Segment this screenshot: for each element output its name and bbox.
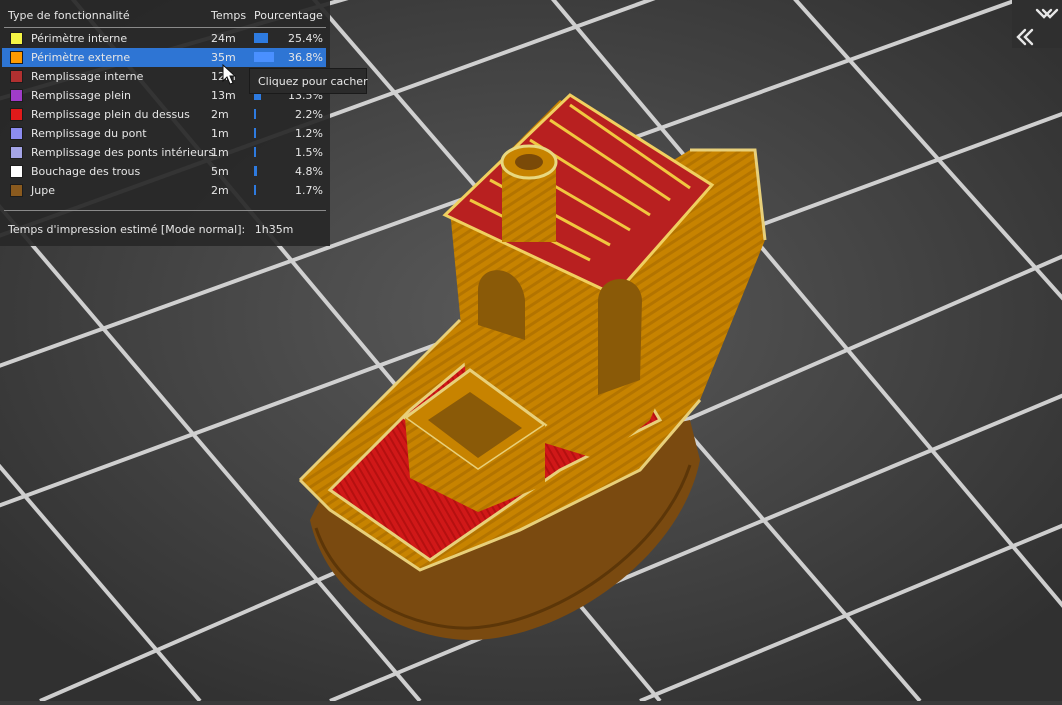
legend-row[interactable]: Remplissage des ponts intérieurs 1m 1.5% (2, 143, 326, 162)
legend-row[interactable]: Remplissage du pont 1m 1.2% (2, 124, 326, 143)
legend-row[interactable]: Périmètre externe 35m 36.8% (2, 48, 326, 67)
feature-time: 2m (211, 184, 229, 197)
header-time: Temps (211, 9, 247, 22)
legend-row[interactable]: Périmètre interne 24m 25.4% (2, 29, 326, 48)
tooltip: Cliquez pour cacher (249, 68, 368, 94)
feature-time: 35m (211, 51, 236, 64)
percentage-bar (254, 128, 256, 138)
footer-divider (4, 210, 326, 211)
color-swatch (10, 184, 23, 197)
color-swatch (10, 70, 23, 83)
feature-percentage: 1.7% (295, 184, 323, 197)
color-swatch (10, 51, 23, 64)
estimate-label: Temps d'impression estimé [Mode normal]: (8, 223, 246, 236)
feature-name: Bouchage des trous (31, 165, 141, 178)
feature-name: Remplissage plein du dessus (31, 108, 190, 121)
percentage-bar (254, 147, 256, 157)
feature-time: 24m (211, 32, 236, 45)
feature-percentage: 25.4% (288, 32, 323, 45)
color-swatch (10, 146, 23, 159)
estimated-time: Temps d'impression estimé [Mode normal]:… (8, 223, 293, 236)
header-percentage: Pourcentage (254, 9, 323, 22)
feature-percentage: 4.8% (295, 165, 323, 178)
feature-time: 1m (211, 146, 229, 159)
feature-name: Périmètre externe (31, 51, 131, 64)
color-swatch (10, 127, 23, 140)
feature-time: 2m (211, 108, 229, 121)
percentage-bar (254, 166, 257, 176)
feature-name: Remplissage interne (31, 70, 144, 83)
feature-percentage: 1.2% (295, 127, 323, 140)
header-divider (4, 27, 326, 28)
legend-row[interactable]: Jupe 2m 1.7% (2, 181, 326, 200)
feature-name: Jupe (31, 184, 55, 197)
header-feature-type: Type de fonctionnalité (8, 9, 130, 22)
collapse-sidebar-button[interactable] (1012, 0, 1062, 48)
tooltip-text: Cliquez pour cacher (258, 75, 368, 88)
color-swatch (10, 32, 23, 45)
feature-time: 1m (211, 127, 229, 140)
feature-percentage: 2.2% (295, 108, 323, 121)
feature-name: Remplissage plein (31, 89, 132, 102)
feature-percentage: 36.8% (288, 51, 323, 64)
feature-name: Remplissage des ponts intérieurs (31, 146, 215, 159)
cursor-icon (222, 64, 236, 85)
feature-time: 5m (211, 165, 229, 178)
feature-time: 13m (211, 89, 236, 102)
estimate-value: 1h35m (254, 223, 294, 236)
legend-row[interactable]: Remplissage plein du dessus 2m 2.2% (2, 105, 326, 124)
feature-name: Périmètre interne (31, 32, 128, 45)
double-chevron-icon (1016, 8, 1059, 46)
feature-legend-panel: Type de fonctionnalité Temps Pourcentage… (0, 0, 330, 246)
percentage-bar (254, 33, 268, 43)
percentage-bar (254, 185, 256, 195)
color-swatch (10, 108, 23, 121)
legend-row[interactable]: Bouchage des trous 5m 4.8% (2, 162, 326, 181)
color-swatch (10, 165, 23, 178)
feature-percentage: 1.5% (295, 146, 323, 159)
percentage-bar (254, 109, 256, 119)
feature-name: Remplissage du pont (31, 127, 147, 140)
color-swatch (10, 89, 23, 102)
